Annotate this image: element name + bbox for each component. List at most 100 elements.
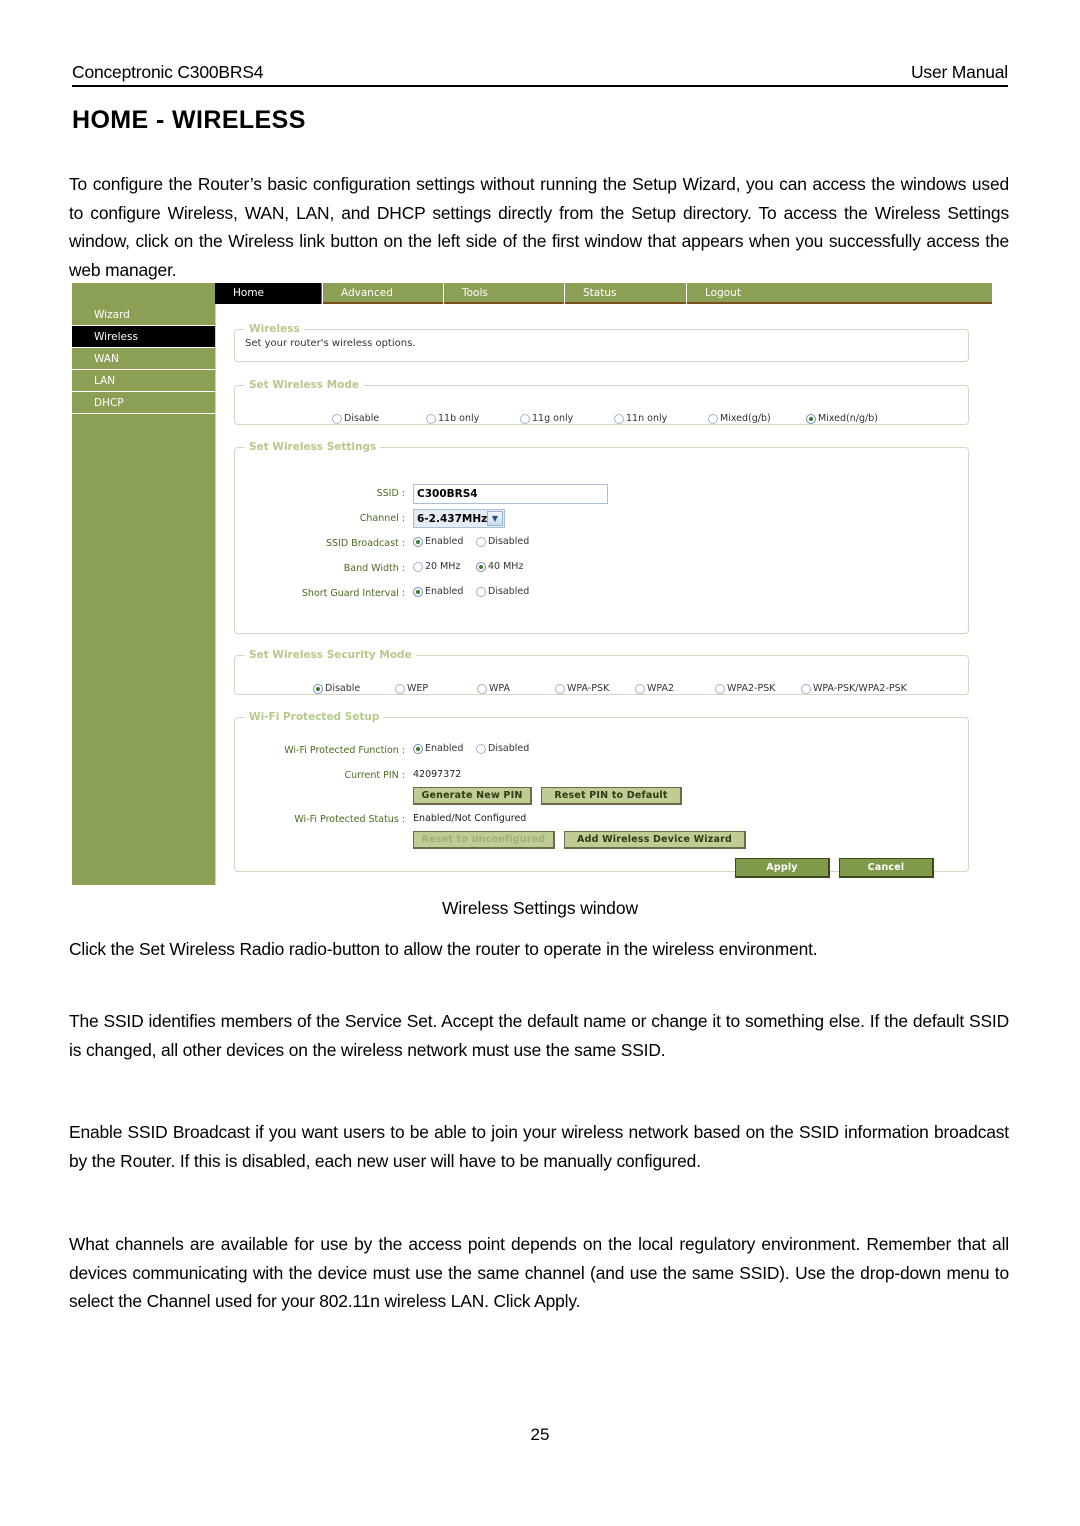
- cancel-button[interactable]: Cancel: [839, 858, 934, 878]
- radio-icon[interactable]: [413, 561, 423, 572]
- radio-icon[interactable]: [313, 683, 323, 694]
- radio-icon[interactable]: [801, 683, 811, 694]
- wireless-mode-option-11n[interactable]: 11n only: [614, 413, 708, 424]
- radio-label: Disable: [325, 683, 361, 694]
- document-header: Conceptronic C300BRS4 User Manual: [72, 62, 1008, 87]
- sidebar-item-label: LAN: [94, 375, 116, 387]
- radio-icon[interactable]: [426, 413, 436, 424]
- band-width-40mhz[interactable]: 40 MHz: [476, 561, 523, 572]
- sidebar-item-label: WAN: [94, 353, 119, 365]
- reset-to-unconfigured-button[interactable]: Reset to unconfigured: [413, 831, 555, 849]
- wireless-mode-box: Set Wireless Mode Disable 11b only 11g o…: [234, 379, 969, 425]
- short-guard-interval-label: Short Guard Interval :: [301, 588, 405, 599]
- radio-icon[interactable]: [477, 683, 487, 694]
- wireless-mode-option-11g[interactable]: 11g only: [520, 413, 614, 424]
- short-guard-enabled[interactable]: Enabled: [413, 586, 476, 597]
- radio-label: WPA2-PSK: [727, 683, 776, 694]
- router-web-ui-screenshot: Wizard Wireless WAN LAN DHCP Home Advanc…: [72, 283, 992, 885]
- channel-select[interactable]: 6-2.437MHz ▼: [413, 509, 505, 528]
- radio-icon[interactable]: [476, 743, 486, 754]
- top-nav-bar: Home Advanced Tools Status Logout: [215, 283, 992, 304]
- page-number: 25: [530, 1425, 550, 1444]
- generate-new-pin-button[interactable]: Generate New PIN: [413, 787, 532, 805]
- security-mode-radio-group: Disable WEP WPA WPA-PSK WPA2 WPA2-PSK WP…: [313, 683, 907, 694]
- security-option-disable[interactable]: Disable: [313, 683, 395, 694]
- radio-label: Enabled: [425, 586, 464, 597]
- wps-function-enabled[interactable]: Enabled: [413, 743, 476, 754]
- radio-icon[interactable]: [332, 413, 342, 424]
- radio-icon[interactable]: [715, 683, 725, 694]
- sidebar-item-wan[interactable]: WAN: [72, 348, 215, 370]
- ssid-input[interactable]: [413, 484, 608, 504]
- radio-icon[interactable]: [476, 586, 486, 597]
- radio-icon[interactable]: [413, 743, 423, 754]
- body-paragraph-1: Click the Set Wireless Radio radio-butto…: [69, 939, 818, 959]
- radio-icon[interactable]: [476, 561, 486, 572]
- wireless-mode-option-11b[interactable]: 11b only: [426, 413, 520, 424]
- tab-tools[interactable]: Tools: [443, 283, 564, 304]
- sidebar-item-wizard[interactable]: Wizard: [72, 304, 215, 326]
- sidebar-item-label: Wireless: [94, 331, 138, 343]
- sidebar-item-lan[interactable]: LAN: [72, 370, 215, 392]
- tab-status[interactable]: Status: [564, 283, 686, 304]
- ssid-broadcast-disabled[interactable]: Disabled: [476, 536, 529, 547]
- security-option-wpa-psk[interactable]: WPA-PSK: [555, 683, 635, 694]
- sidebar-item-wireless[interactable]: Wireless: [72, 326, 215, 348]
- radio-label: Disable: [344, 413, 380, 424]
- wps-function-label: Wi-Fi Protected Function :: [284, 745, 405, 756]
- wireless-settings-legend: Set Wireless Settings: [249, 441, 377, 453]
- short-guard-disabled[interactable]: Disabled: [476, 586, 529, 597]
- current-pin-label: Current PIN :: [344, 770, 405, 781]
- radio-label: WPA-PSK/WPA2-PSK: [813, 683, 907, 694]
- radio-icon[interactable]: [520, 413, 530, 424]
- security-mode-legend: Set Wireless Security Mode: [249, 649, 412, 661]
- radio-label: 11g only: [532, 413, 574, 424]
- chevron-down-icon[interactable]: ▼: [487, 511, 503, 526]
- radio-label: Disabled: [488, 586, 530, 597]
- ssid-broadcast-enabled[interactable]: Enabled: [413, 536, 476, 547]
- wireless-info-text: Set your router's wireless options.: [245, 338, 416, 349]
- radio-label: Disabled: [488, 536, 530, 547]
- band-width-label: Band Width :: [343, 563, 405, 574]
- radio-icon[interactable]: [635, 683, 645, 694]
- page-title: HOME - WIRELESS: [72, 106, 306, 134]
- radio-icon[interactable]: [395, 683, 405, 694]
- tab-logout[interactable]: Logout: [686, 283, 992, 304]
- radio-label: 40 MHz: [488, 561, 524, 572]
- security-option-wpa-psk-wpa2-psk[interactable]: WPA-PSK/WPA2-PSK: [801, 683, 907, 694]
- wps-function-disabled[interactable]: Disabled: [476, 743, 529, 754]
- intro-paragraph: To configure the Router’s basic configur…: [69, 174, 1009, 280]
- security-option-wpa2-psk[interactable]: WPA2-PSK: [715, 683, 801, 694]
- radio-icon[interactable]: [708, 413, 718, 424]
- radio-icon[interactable]: [413, 536, 423, 547]
- wps-function-radio-group: Enabled Disabled: [413, 743, 529, 754]
- add-wireless-device-wizard-button[interactable]: Add Wireless Device Wizard: [564, 831, 746, 849]
- tab-advanced[interactable]: Advanced: [322, 283, 443, 304]
- sidebar-item-dhcp[interactable]: DHCP: [72, 392, 215, 414]
- sidebar: Wizard Wireless WAN LAN DHCP: [72, 283, 215, 885]
- security-option-wpa2[interactable]: WPA2: [635, 683, 715, 694]
- apply-button[interactable]: Apply: [735, 858, 830, 878]
- wireless-settings-box: Set Wireless Settings SSID : Channel : 6…: [234, 441, 969, 634]
- radio-icon[interactable]: [614, 413, 624, 424]
- wireless-mode-option-disable[interactable]: Disable: [332, 413, 426, 424]
- radio-label: Enabled: [425, 743, 464, 754]
- ssid-label: SSID :: [376, 488, 405, 499]
- security-option-wep[interactable]: WEP: [395, 683, 477, 694]
- wps-status-value: Enabled/Not Configured: [413, 813, 527, 824]
- band-width-radio-group: 20 MHz 40 MHz: [413, 561, 523, 572]
- security-option-wpa[interactable]: WPA: [477, 683, 555, 694]
- wireless-mode-option-mixed-ngb[interactable]: Mixed(n/g/b): [806, 413, 878, 424]
- radio-icon[interactable]: [476, 536, 486, 547]
- wireless-mode-option-mixed-gb[interactable]: Mixed(g/b): [708, 413, 806, 424]
- radio-icon[interactable]: [555, 683, 565, 694]
- band-width-20mhz[interactable]: 20 MHz: [413, 561, 476, 572]
- ssid-broadcast-label: SSID Broadcast :: [325, 538, 405, 549]
- radio-label: WPA: [489, 683, 511, 694]
- content-area: Wireless Set your router's wireless opti…: [215, 304, 992, 885]
- reset-pin-to-default-button[interactable]: Reset PIN to Default: [541, 787, 682, 805]
- tab-home[interactable]: Home: [215, 283, 322, 304]
- radio-icon[interactable]: [806, 413, 816, 424]
- radio-label: WEP: [407, 683, 429, 694]
- radio-icon[interactable]: [413, 586, 423, 597]
